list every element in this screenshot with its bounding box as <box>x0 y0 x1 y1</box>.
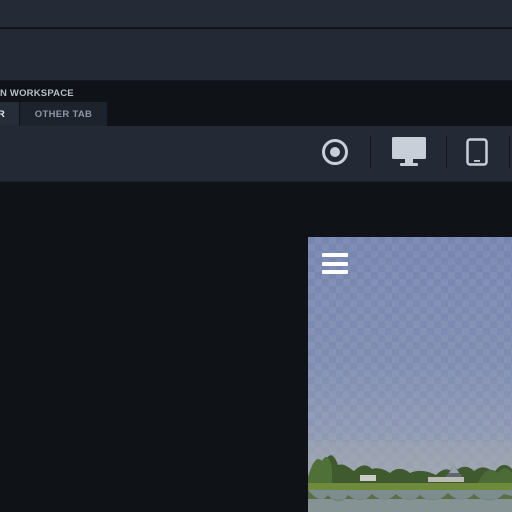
tablet-icon <box>466 137 488 171</box>
device-toolbar <box>0 126 512 182</box>
target-icon <box>321 138 349 171</box>
page-preview[interactable] <box>308 237 512 512</box>
target-button[interactable] <box>316 126 354 182</box>
toolbar-divider <box>370 136 371 168</box>
header-bar <box>0 29 512 81</box>
toolbar-divider <box>446 136 447 168</box>
tab-active[interactable]: R <box>0 102 19 126</box>
tablet-view-button[interactable] <box>460 126 494 182</box>
desktop-view-button[interactable] <box>386 126 432 182</box>
app-top-strip <box>0 0 512 28</box>
landscape-image <box>308 442 512 512</box>
workspace-title: N WORKSPACE <box>0 88 74 99</box>
desktop-icon <box>391 136 427 173</box>
toolbar-divider <box>509 136 510 168</box>
tab-other[interactable]: OTHER TAB <box>20 102 107 126</box>
workspace-tabs: R OTHER TAB <box>0 102 107 126</box>
